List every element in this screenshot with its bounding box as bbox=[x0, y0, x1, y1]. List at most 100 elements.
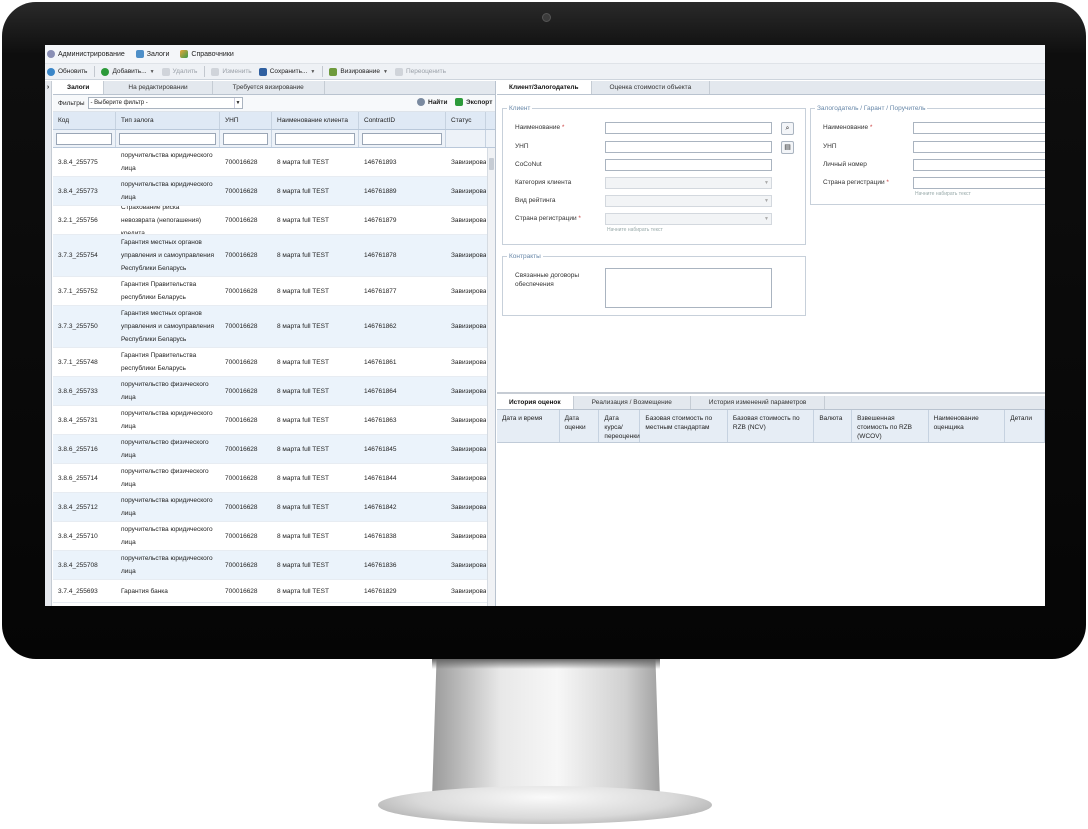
table-cell: Завизирова bbox=[451, 252, 486, 259]
table-cell: 146761845 bbox=[364, 445, 397, 453]
table-row[interactable]: 3.8.4_255773 поручительства юридического … bbox=[53, 177, 495, 206]
search-client-button[interactable]: ⌕ bbox=[781, 122, 794, 135]
table-row[interactable]: 3.8.4_255731 поручительства юридического … bbox=[53, 406, 495, 435]
table-row[interactable]: 3.7.3_255754 Гарантия местных органов упр… bbox=[53, 235, 495, 277]
column-filter-input[interactable] bbox=[362, 133, 442, 145]
table-cell: 8 марта full TEST bbox=[277, 187, 329, 195]
table-cell: 3.7.3_255754 bbox=[58, 252, 98, 259]
pledger-country-field[interactable] bbox=[913, 177, 1045, 189]
table-row[interactable]: 3.8.4_255775 поручительства юридического … bbox=[53, 148, 495, 177]
add-button[interactable]: Добавить... ▼ bbox=[101, 67, 155, 76]
history-column-header[interactable]: Наименование оценщика bbox=[929, 410, 1006, 442]
table-cell: Гарантия местных органов управления и са… bbox=[121, 310, 215, 343]
table-cell: Завизирова bbox=[451, 503, 486, 511]
table-row[interactable]: 3.8.6_255716 поручительство физического л… bbox=[53, 435, 495, 464]
column-header[interactable]: УНП bbox=[220, 112, 272, 129]
table-row[interactable]: 3.8.6_255714 поручительство физического л… bbox=[53, 464, 495, 493]
column-filter-input[interactable] bbox=[119, 133, 216, 145]
tab-parameter-history[interactable]: История изменений параметров bbox=[691, 396, 826, 409]
collapse-toggle[interactable]: › bbox=[45, 81, 52, 606]
client-category-select[interactable]: ▼ bbox=[605, 177, 772, 189]
table-cell: 146761864 bbox=[364, 387, 397, 395]
table-cell: поручительства юридического лица bbox=[121, 555, 213, 575]
history-column-header[interactable]: Дата и время bbox=[497, 410, 560, 442]
linked-contracts-field[interactable] bbox=[605, 268, 772, 308]
table-cell: 700016628 bbox=[225, 252, 258, 259]
column-header[interactable]: Тип залога bbox=[116, 112, 220, 129]
column-filter-input[interactable] bbox=[56, 133, 112, 145]
tab-valuation-history[interactable]: История оценок bbox=[497, 396, 574, 409]
client-fieldset: Клиент Наименование * ⌕ УНП ▤ CoCoNut Ка… bbox=[502, 105, 806, 245]
table-cell: 700016628 bbox=[225, 587, 258, 595]
column-header[interactable]: Код bbox=[53, 112, 116, 129]
table-cell: 3.8.6_255716 bbox=[58, 445, 98, 453]
document-button[interactable]: ▤ bbox=[781, 141, 794, 154]
menu-item-pledges[interactable]: Залоги bbox=[135, 50, 169, 58]
chevron-down-icon: ▼ bbox=[310, 68, 316, 75]
menu-item-admin[interactable]: Администрирование bbox=[47, 50, 125, 58]
tab-client[interactable]: Клиент/Залогодатель bbox=[497, 81, 592, 94]
coconut-field[interactable] bbox=[605, 159, 772, 171]
refresh-button[interactable]: Обновить bbox=[47, 67, 87, 76]
edit-button[interactable]: Изменить bbox=[211, 67, 252, 76]
table-cell: 700016628 bbox=[225, 445, 258, 453]
pledger-unp-field[interactable] bbox=[913, 141, 1045, 153]
table-cell: Завизирова bbox=[451, 587, 486, 595]
table-cell: 8 марта full TEST bbox=[277, 503, 329, 511]
history-section: История оценок Реализация / Возмещение И… bbox=[497, 396, 1045, 606]
tab-pledges[interactable]: Залоги bbox=[53, 81, 105, 94]
table-cell: 3.7.3_255750 bbox=[58, 323, 98, 330]
personal-number-field[interactable] bbox=[913, 159, 1045, 171]
table-row[interactable]: 3.8.4_255712 поручительства юридического … bbox=[53, 493, 495, 522]
table-cell: 700016628 bbox=[225, 187, 258, 195]
scrollbar[interactable] bbox=[487, 148, 495, 606]
table-row[interactable]: 3.2.1_255756 Страхование риска невозврата… bbox=[53, 206, 495, 235]
client-country-select[interactable]: ▼ bbox=[605, 213, 772, 225]
reassess-button[interactable]: Переоценить bbox=[394, 67, 446, 76]
chevron-right-icon: › bbox=[46, 84, 50, 91]
history-column-header[interactable]: Дата оценки bbox=[560, 410, 600, 442]
column-header[interactable]: Наименование клиента bbox=[272, 112, 359, 129]
find-button[interactable]: Найти bbox=[417, 98, 447, 106]
table-cell: Завизирова bbox=[451, 561, 486, 569]
export-button[interactable]: Экспорт bbox=[455, 98, 492, 106]
column-header[interactable]: ContractID bbox=[359, 112, 446, 129]
scrollbar-thumb[interactable] bbox=[489, 158, 494, 170]
tab-realization[interactable]: Реализация / Возмещение bbox=[574, 396, 691, 409]
column-filter-input[interactable] bbox=[223, 133, 268, 145]
pledger-name-field[interactable] bbox=[913, 122, 1045, 134]
history-column-header[interactable]: Взвешенная стоимость по RZB (WCOV) bbox=[852, 410, 929, 442]
table-row[interactable]: 3.8.4_255708 поручительства юридического … bbox=[53, 551, 495, 580]
tab-approval-required[interactable]: Требуется визирование bbox=[213, 81, 325, 94]
menu-item-directories[interactable]: Справочники bbox=[180, 50, 234, 58]
save-button[interactable]: Сохранить... ▼ bbox=[258, 67, 316, 76]
history-column-header[interactable]: Базовая стоимость по местным стандартам bbox=[640, 410, 728, 442]
table-row[interactable]: 3.8.4_255710 поручительства юридического … bbox=[53, 522, 495, 551]
table-cell: 700016628 bbox=[225, 387, 258, 395]
tab-valuation[interactable]: Оценка стоимости объекта bbox=[592, 81, 711, 94]
table-row[interactable]: 3.7.1_255748 Гарантия Правительства респу… bbox=[53, 348, 495, 377]
table-cell: Завизирова bbox=[451, 187, 486, 195]
delete-button[interactable]: Удалить bbox=[161, 67, 197, 76]
history-column-header[interactable]: Валюта bbox=[814, 410, 853, 442]
table-row[interactable]: 3.7.4_255693 Гарантия банка 700016628 8 мар… bbox=[53, 580, 495, 603]
table-row[interactable]: 3.7.1_255752 Гарантия Правительства респу… bbox=[53, 277, 495, 306]
history-column-header[interactable]: Детали bbox=[1005, 410, 1045, 442]
client-name-field[interactable] bbox=[605, 122, 772, 134]
table-cell: 146761879 bbox=[364, 216, 397, 224]
table-row[interactable]: 3.7.3_255750 Гарантия местных органов упр… bbox=[53, 306, 495, 348]
table-cell: Завизирова bbox=[451, 532, 486, 540]
history-column-header[interactable]: Дата курса/ переоценки bbox=[599, 410, 641, 442]
filter-select[interactable]: - Выберите фильтр - ▼ bbox=[87, 97, 243, 109]
tab-editing[interactable]: На редактировании bbox=[104, 81, 213, 94]
rating-type-select[interactable]: ▼ bbox=[605, 195, 772, 207]
approve-button[interactable]: Визирование ▼ bbox=[329, 67, 388, 76]
monitor-stand-base bbox=[378, 786, 712, 824]
table-cell: Гарантия банка bbox=[121, 587, 168, 595]
history-column-header[interactable]: Базовая стоимость по RZB (NCV) bbox=[728, 410, 815, 442]
client-unp-field[interactable] bbox=[605, 141, 772, 153]
table-row[interactable]: 3.8.6_255733 поручительство физического л… bbox=[53, 377, 495, 406]
monitor-stand-neck bbox=[432, 659, 660, 799]
column-header[interactable]: Статус bbox=[446, 112, 486, 129]
column-filter-input[interactable] bbox=[275, 133, 355, 145]
